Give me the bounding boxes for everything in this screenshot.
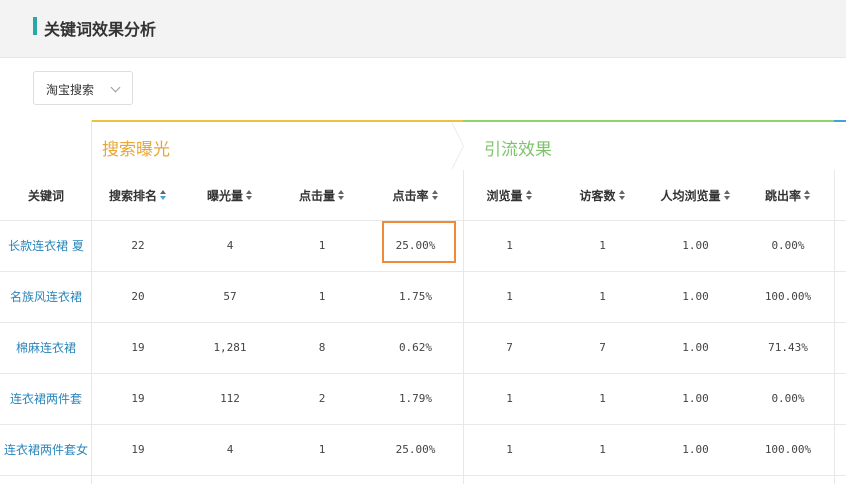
cell-bounce: 71.43% — [768, 341, 808, 354]
sort-icon[interactable] — [723, 190, 731, 200]
cell-rank: 19 — [131, 341, 145, 354]
cell-clicks: 2 — [318, 392, 326, 405]
column-header-bounce[interactable]: 跳出率 — [742, 170, 834, 220]
group-divider-arrow-fill — [451, 122, 463, 170]
column-label-ctr: 点击率 — [392, 188, 429, 203]
cell-visitors: 1 — [599, 392, 606, 405]
source-select[interactable]: 淘宝搜索 — [33, 71, 133, 105]
column-header-clicks[interactable]: 点击量 — [276, 170, 368, 220]
cell-avg-views: 1.00 — [682, 290, 709, 303]
column-label-views: 浏览量 — [486, 188, 523, 203]
column-header-ctr[interactable]: 点击率 — [368, 170, 463, 220]
cell-views: 1 — [506, 392, 513, 405]
sort-icon[interactable] — [246, 190, 253, 200]
group-traffic-line — [463, 120, 834, 122]
cell-views: 1 — [506, 443, 513, 456]
cell-ctr: 25.00% — [395, 443, 436, 456]
sort-icon[interactable] — [618, 190, 626, 200]
sort-icon[interactable] — [525, 190, 533, 200]
cell-avg-views: 1.00 — [682, 443, 709, 456]
cell-bounce: 0.00% — [771, 392, 805, 405]
cell-ctr: 1.75% — [398, 290, 433, 303]
cell-visitors: 1 — [599, 290, 606, 303]
filter-area: 淘宝搜索 — [0, 58, 846, 120]
highlight-box — [382, 221, 456, 263]
cell-avg-views: 1.00 — [682, 341, 709, 354]
group-header-row: 搜索曝光 引流效果 — [0, 120, 846, 170]
keyword-link[interactable]: 连衣裙两件套女 — [0, 424, 92, 475]
chevron-down-icon — [110, 82, 121, 93]
cell-visitors: 1 — [599, 239, 606, 252]
cell-clicks: 1 — [318, 239, 326, 252]
keyword-table: 搜索曝光 引流效果 关键词 搜索排名 曝光量 点击量 点击率 浏览量 访客数 人… — [0, 120, 846, 484]
sort-icon[interactable] — [338, 190, 345, 200]
grid-line — [0, 475, 846, 476]
cell-avg-views: 1.00 — [682, 392, 709, 405]
grid-line — [834, 170, 835, 484]
group-search-exposure: 搜索曝光 — [92, 120, 463, 170]
group-traffic-title: 引流效果 — [484, 140, 552, 160]
cell-rank: 20 — [131, 290, 145, 303]
cell-ctr: 1.79% — [398, 392, 433, 405]
column-header-keyword: 关键词 — [0, 170, 92, 220]
cell-clicks: 1 — [318, 443, 326, 456]
cell-exposure: 1,281 — [213, 341, 247, 354]
source-select-value: 淘宝搜索 — [46, 83, 95, 97]
page: 关键词效果分析 淘宝搜索 搜索曝光 引流效果 关键词 搜索排名 曝光量 点击量 … — [0, 0, 846, 484]
cell-bounce: 100.00% — [764, 443, 812, 456]
column-header-exposure[interactable]: 曝光量 — [184, 170, 276, 220]
keyword-link[interactable]: 棉麻连衣裙 — [0, 322, 92, 373]
header: 关键词效果分析 — [0, 0, 846, 58]
column-label-exposure: 曝光量 — [206, 188, 243, 203]
cell-rank: 19 — [131, 392, 145, 405]
column-label-rank: 搜索排名 — [108, 188, 157, 203]
cell-bounce: 100.00% — [764, 290, 812, 303]
cell-exposure: 4 — [226, 443, 234, 456]
sort-icon[interactable] — [160, 190, 167, 200]
cell-rank: 22 — [131, 239, 145, 252]
cell-clicks: 8 — [318, 341, 326, 354]
cell-views: 1 — [506, 290, 513, 303]
cell-exposure: 4 — [226, 239, 234, 252]
cell-exposure: 57 — [223, 290, 237, 303]
column-header-avg-views[interactable]: 人均浏览量 — [649, 170, 742, 220]
cell-bounce: 0.00% — [771, 239, 805, 252]
column-header-rank[interactable]: 搜索排名 — [92, 170, 184, 220]
column-label-clicks: 点击量 — [298, 188, 335, 203]
column-label-bounce: 跳出率 — [764, 188, 801, 203]
title-accent-bar — [33, 17, 37, 35]
cell-clicks: 1 — [318, 290, 326, 303]
cell-exposure: 112 — [220, 392, 240, 405]
column-header-visitors[interactable]: 访客数 — [556, 170, 649, 220]
cell-avg-views: 1.00 — [682, 239, 709, 252]
column-header-views[interactable]: 浏览量 — [463, 170, 556, 220]
group-search-title: 搜索曝光 — [102, 140, 170, 160]
keyword-link[interactable]: 连衣裙两件套 — [0, 373, 92, 424]
group-next — [834, 120, 846, 170]
cell-visitors: 7 — [599, 341, 606, 354]
group-search-line — [92, 120, 463, 122]
column-label-visitors: 访客数 — [579, 188, 616, 203]
group-traffic-effect: 引流效果 — [463, 120, 834, 170]
keyword-link[interactable]: 名族风连衣裙 — [0, 271, 92, 322]
sort-icon[interactable] — [804, 190, 811, 200]
cell-rank: 19 — [131, 443, 145, 456]
cell-ctr: 0.62% — [398, 341, 433, 354]
column-label-avg-views: 人均浏览量 — [660, 188, 721, 203]
column-label-keyword: 关键词 — [27, 188, 64, 203]
group-next-line — [834, 120, 846, 122]
sort-icon[interactable] — [431, 190, 439, 200]
keyword-link[interactable]: 长款连衣裙 夏 — [0, 220, 92, 271]
cell-views: 7 — [506, 341, 513, 354]
page-title: 关键词效果分析 — [44, 20, 157, 39]
cell-visitors: 1 — [599, 443, 606, 456]
cell-views: 1 — [506, 239, 513, 252]
